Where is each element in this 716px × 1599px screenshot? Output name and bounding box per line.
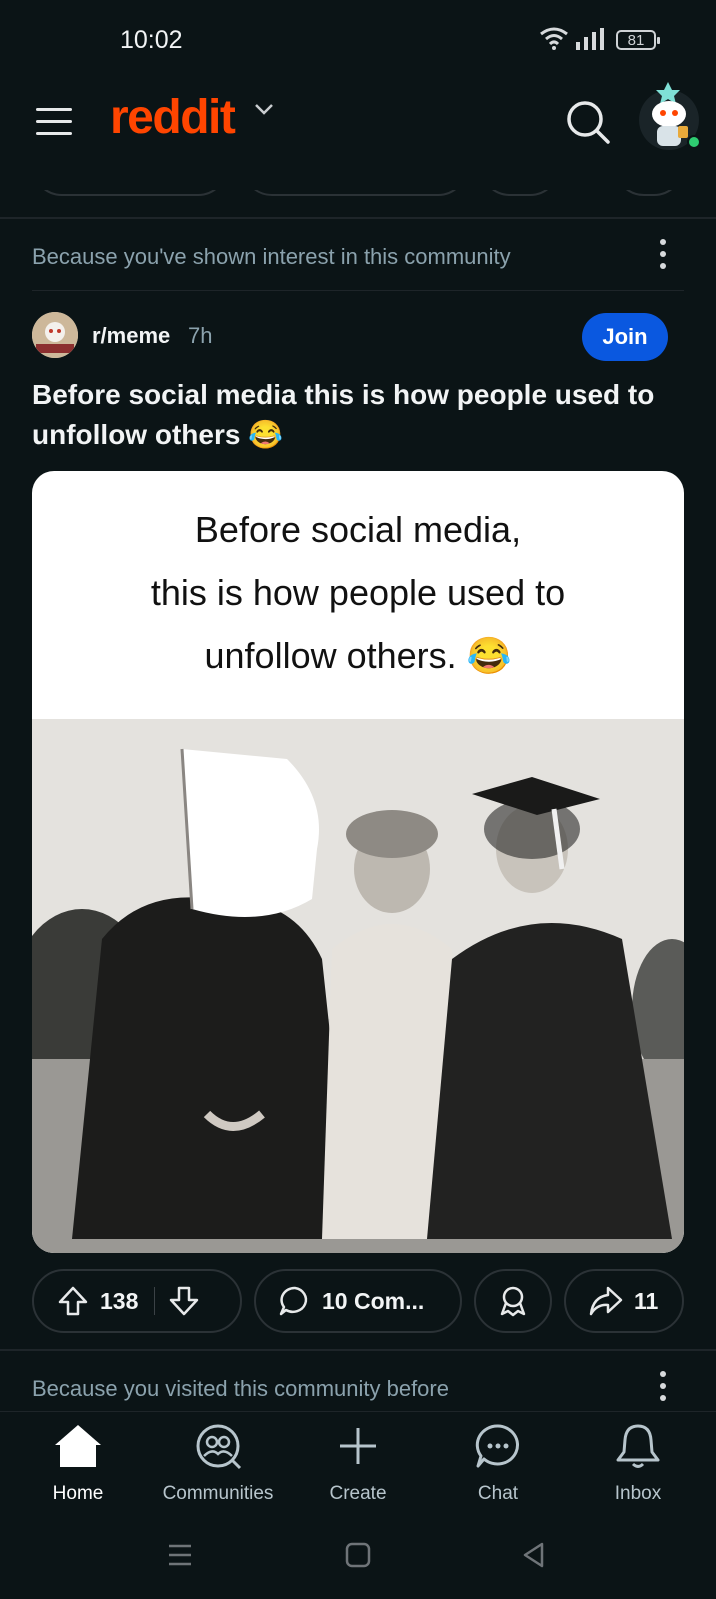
downvote-icon[interactable] [167, 1284, 201, 1318]
nav-chat-label: Chat [477, 1483, 519, 1504]
section-divider [32, 290, 684, 291]
battery-indicator: 81 [616, 30, 660, 50]
bell-icon [616, 1424, 660, 1468]
comment-icon [279, 1286, 308, 1316]
back-icon[interactable] [520, 1541, 548, 1569]
nav-home-label: Home [52, 1483, 104, 1504]
post-title[interactable]: Before social media this is how people u… [32, 375, 682, 455]
upvote-count: 138 [100, 1287, 139, 1314]
nav-inbox[interactable]: Inbox [568, 1422, 708, 1505]
join-button[interactable]: Join [582, 313, 668, 361]
caption-line-2: this is how people used to [150, 572, 566, 613]
user-avatar[interactable] [636, 80, 702, 152]
nav-communities[interactable]: Communities [148, 1422, 288, 1505]
wifi-icon [540, 27, 568, 50]
award-button[interactable] [474, 1269, 552, 1333]
menu-icon[interactable] [36, 106, 74, 138]
communities-icon [196, 1424, 242, 1470]
vote-pill: 138 [32, 1269, 242, 1333]
home-icon [55, 1425, 101, 1467]
signal-icon [576, 28, 604, 50]
upvote-icon[interactable] [56, 1284, 90, 1318]
nav-chat[interactable]: Chat [428, 1422, 568, 1505]
subreddit-name[interactable]: r/meme [92, 323, 170, 349]
award-icon [500, 1286, 526, 1317]
recommendation-reason: Because you've shown interest in this co… [32, 244, 511, 269]
share-button[interactable]: 11 [564, 1269, 684, 1333]
nav-create[interactable]: Create [288, 1422, 428, 1505]
more-options-icon-2[interactable] [655, 1371, 671, 1407]
image-caption: Before social media, this is how people … [32, 471, 684, 719]
comments-button[interactable]: 10 Com... [254, 1269, 462, 1333]
nav-inbox-label: Inbox [614, 1483, 662, 1504]
plus-icon [340, 1428, 376, 1464]
subreddit-avatar[interactable] [32, 312, 78, 358]
nav-create-label: Create [329, 1483, 387, 1504]
home-system-icon[interactable] [344, 1541, 372, 1569]
status-bar: 10:02 81 [0, 0, 716, 80]
post-age: 7h [188, 323, 213, 348]
recent-apps-icon[interactable] [166, 1541, 194, 1569]
system-navigation-bar [0, 1521, 716, 1599]
recommendation-reason-2: Because you visited this community befor… [32, 1376, 449, 1401]
nav-home[interactable]: Home [8, 1422, 148, 1505]
share-icon [589, 1286, 623, 1316]
feed-divider [0, 217, 716, 219]
feed-divider-2 [0, 1349, 716, 1351]
status-time: 10:02 [120, 26, 183, 54]
bottom-navigation: Home Communities Create Chat Inbox [0, 1411, 716, 1522]
more-options-icon[interactable] [655, 239, 671, 275]
chevron-down-icon[interactable] [253, 102, 275, 116]
search-icon[interactable] [564, 98, 612, 146]
chat-icon [475, 1424, 519, 1468]
share-count: 11 [634, 1287, 659, 1314]
caption-line-3: unfollow others. 😂 [204, 635, 512, 676]
caption-line-1: Before social media, [194, 509, 522, 550]
reddit-logo[interactable]: reddit [110, 90, 236, 145]
post-image[interactable]: Before social media, this is how people … [32, 471, 684, 1253]
top-app-bar: reddit [0, 80, 716, 190]
nav-communities-label: Communities [162, 1483, 274, 1504]
comments-label: 10 Com... [322, 1287, 425, 1314]
vote-separator [154, 1287, 156, 1315]
vintage-photo [32, 719, 684, 1253]
